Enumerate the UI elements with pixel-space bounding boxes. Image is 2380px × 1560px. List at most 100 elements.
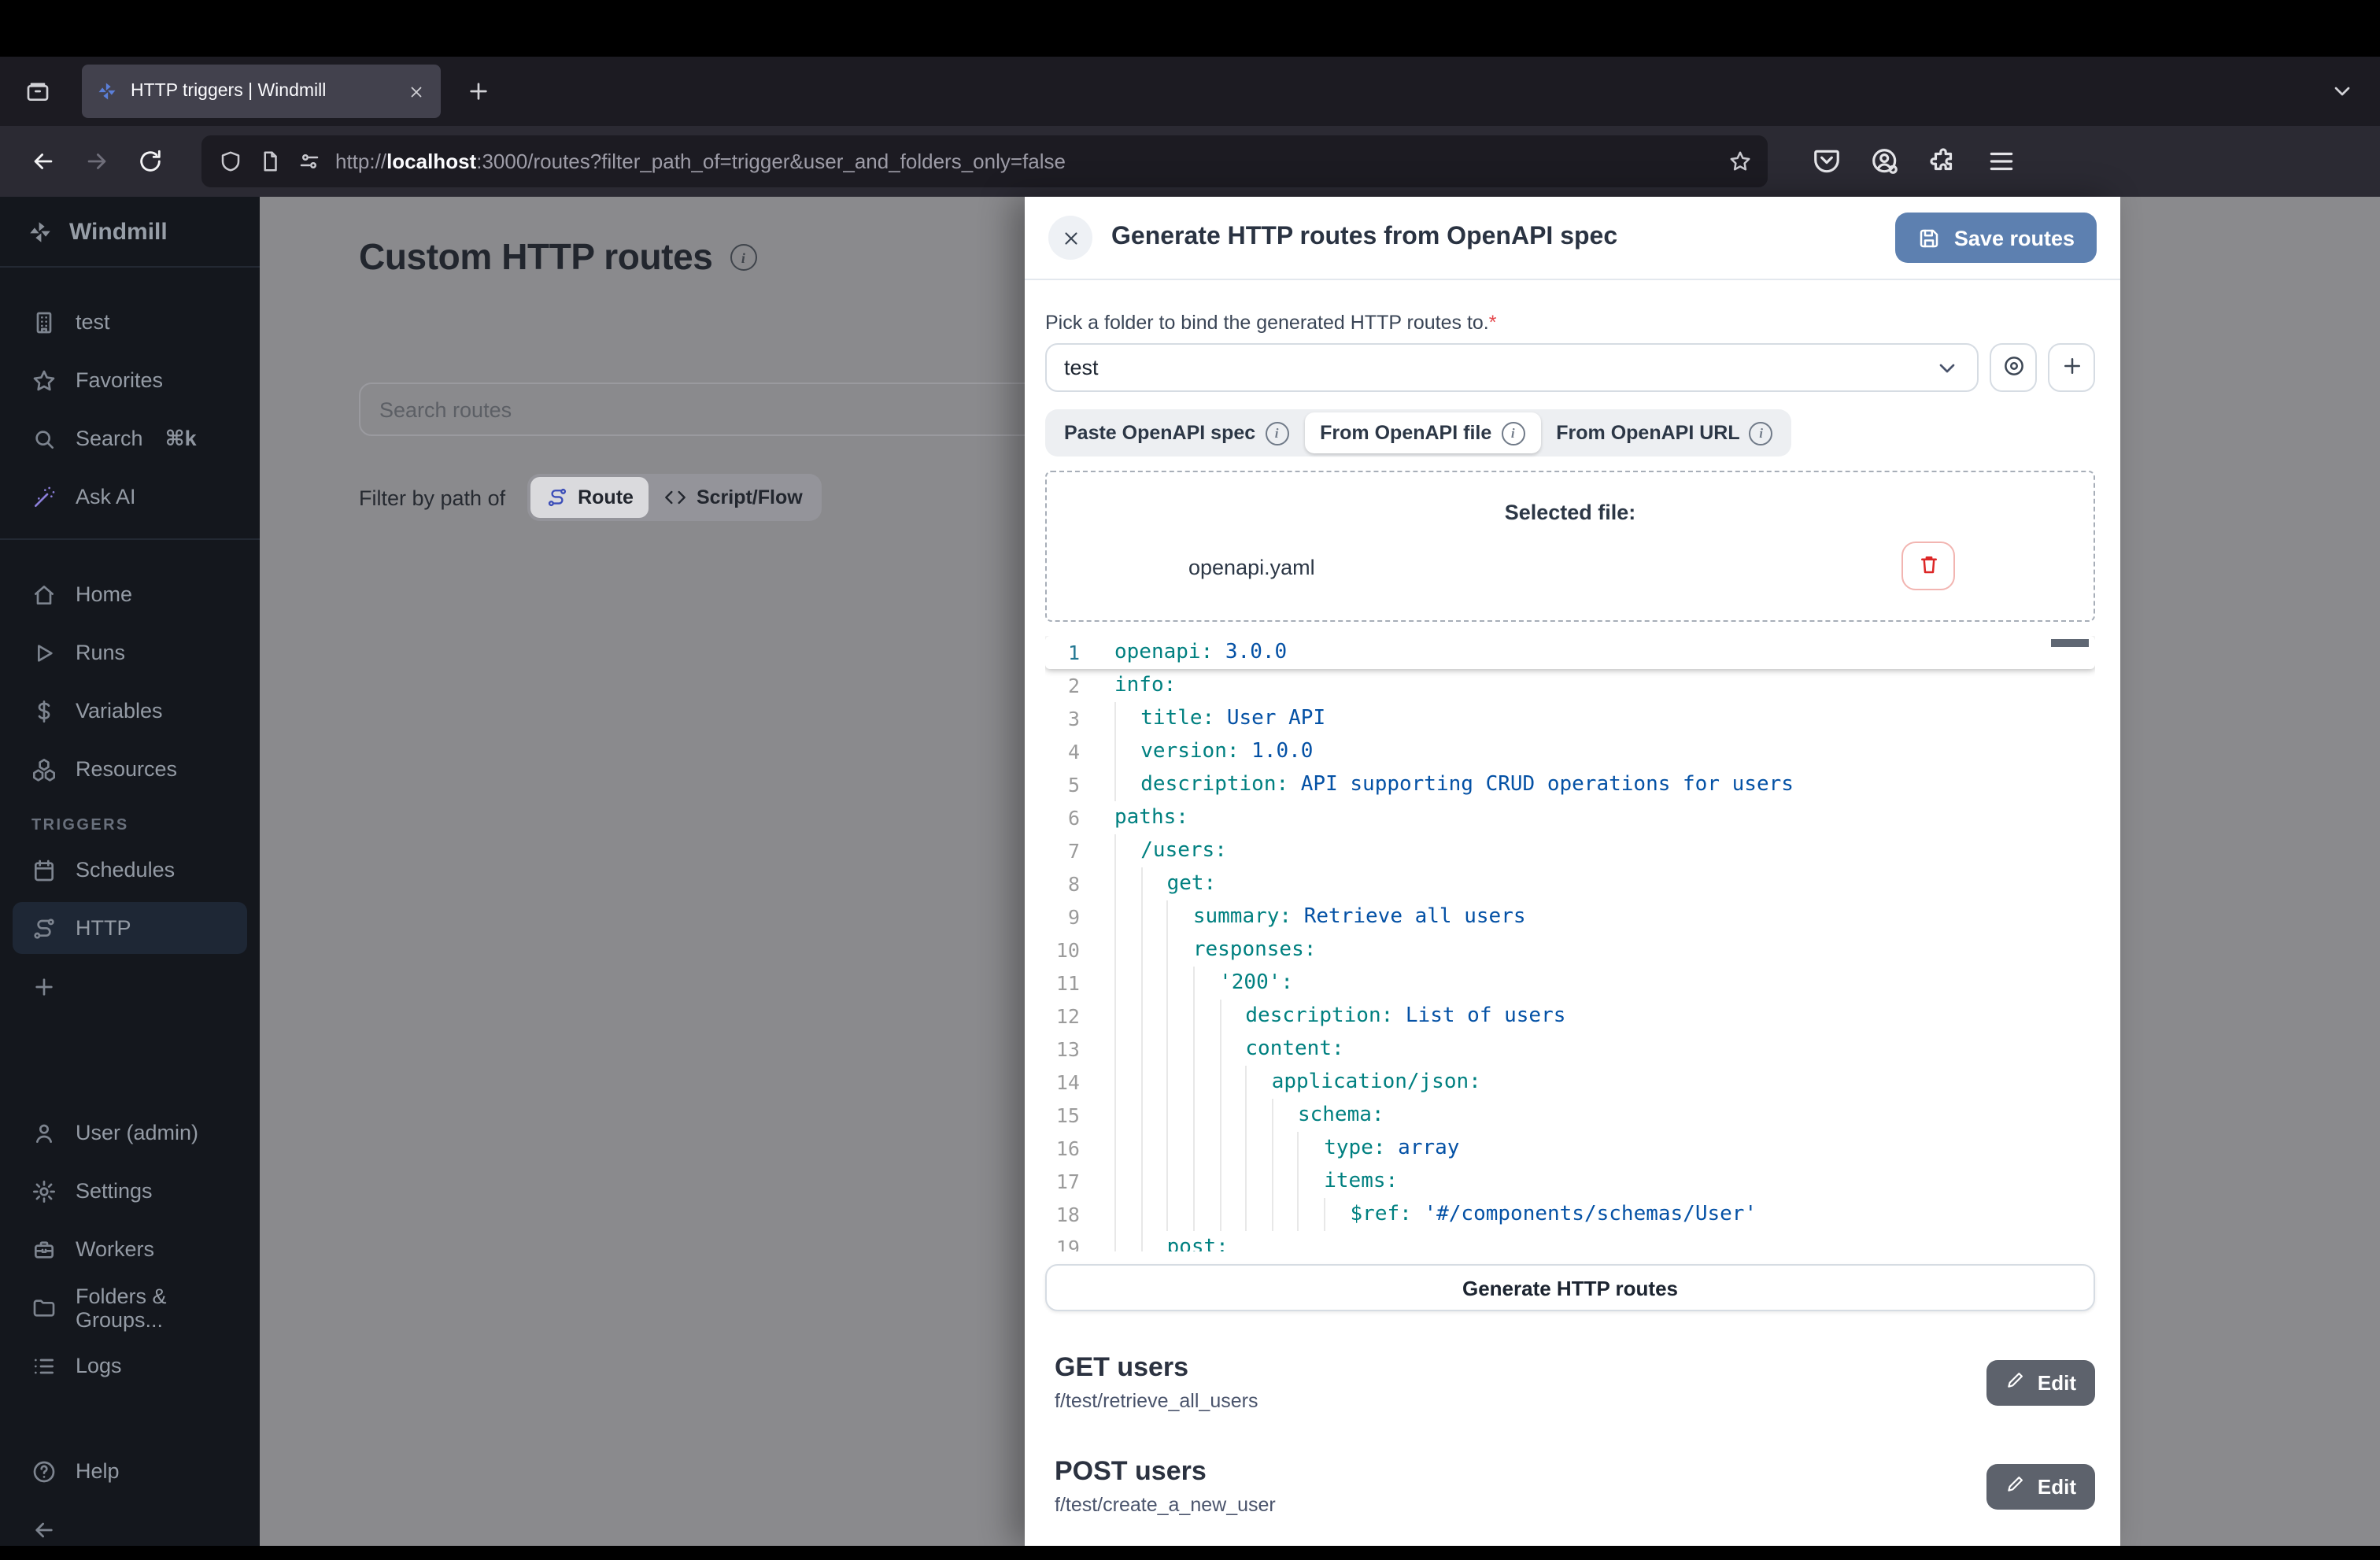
sidebar-item-label: Variables (76, 699, 163, 723)
drawer-title: Generate HTTP routes from OpenAPI spec (1111, 224, 1877, 252)
url-text: http://localhost:3000/routes?filter_path… (335, 150, 1713, 173)
help-icon (31, 1458, 57, 1484)
toolbar-right-icons (1812, 146, 2016, 176)
pocket-icon[interactable] (1812, 146, 1842, 176)
line-number: 18 (1045, 1198, 1080, 1231)
drawer-body: Pick a folder to bind the generated HTTP… (1025, 280, 2120, 1560)
arrow-left-icon (31, 1517, 57, 1542)
selected-file-dropzone: Selected file: openapi.yaml (1045, 471, 2095, 622)
dollar-icon (31, 698, 57, 723)
sidebar-menu-group: Home Runs Variables Resources (0, 540, 260, 795)
app-window: Windmill test Favorites Search⌘k Ask AI Hom… (0, 197, 2380, 1546)
permissions-icon[interactable] (296, 149, 321, 174)
remove-file-button[interactable] (1901, 542, 1955, 590)
page-info-icon[interactable] (257, 149, 282, 174)
code-line: 9summary: Retrieve all users (1045, 900, 2095, 933)
triggers-section-label: TRIGGERS (31, 817, 260, 834)
folder-select[interactable]: test (1045, 343, 1979, 392)
extensions-icon[interactable] (1928, 146, 1958, 176)
code-line: 5description: API supporting CRUD operat… (1045, 768, 2095, 801)
search-icon (31, 426, 57, 451)
sidebar-item-help[interactable]: Help (13, 1445, 247, 1497)
sidebar-item-settings[interactable]: Settings (13, 1165, 247, 1217)
chevron-down-icon (1935, 355, 1960, 380)
account-icon[interactable] (1870, 146, 1900, 176)
selected-file-label: Selected file: (1047, 501, 2094, 524)
save-routes-button[interactable]: Save routes (1896, 213, 2097, 263)
generate-routes-button[interactable]: Generate HTTP routes (1045, 1264, 2095, 1311)
code-text: summary: Retrieve all users (1114, 900, 1526, 933)
bookmark-star-icon[interactable] (1727, 149, 1752, 174)
edit-route-button[interactable]: Edit (1987, 1359, 2095, 1405)
add-folder-button[interactable] (2048, 343, 2095, 392)
code-line: 16type: array (1045, 1132, 2095, 1165)
code-text: $ref: '#/components/schemas/User' (1114, 1198, 1757, 1231)
forward-icon[interactable] (72, 138, 120, 185)
code-text: application/json: (1114, 1066, 1481, 1099)
menu-icon[interactable] (1986, 146, 2016, 176)
filter-option-route[interactable]: Route (530, 477, 649, 518)
openapi-drawer: Generate HTTP routes from OpenAPI spec S… (1025, 197, 2120, 1546)
line-number: 6 (1045, 801, 1080, 834)
back-icon[interactable] (19, 138, 66, 185)
sidebar-item-http[interactable]: HTTP (13, 902, 247, 954)
sidebar-item-user-admin[interactable]: User (admin) (13, 1107, 247, 1159)
line-number: 11 (1045, 967, 1080, 1000)
sidebar-item-home[interactable]: Home (13, 568, 247, 620)
sidebar-item-folders-groups[interactable]: Folders & Groups... (13, 1281, 247, 1333)
view-folder-button[interactable] (1990, 343, 2037, 392)
code-text: version: 1.0.0 (1114, 735, 1313, 768)
close-drawer-icon[interactable] (1048, 216, 1092, 260)
info-icon: i (1501, 421, 1524, 445)
sidebar-item-test[interactable]: test (13, 296, 247, 348)
sidebar-item-search[interactable]: Search⌘k (13, 412, 247, 464)
home-icon (31, 582, 57, 607)
browser-tab-bar: HTTP triggers | Windmill (0, 57, 2380, 126)
sidebar-item-resources[interactable]: Resources (13, 743, 247, 795)
screen: HTTP triggers | Windmill http://localhos… (0, 0, 2380, 1546)
sidebar-item-favorites[interactable]: Favorites (13, 354, 247, 406)
info-icon[interactable]: i (730, 244, 756, 271)
person-icon (31, 1120, 57, 1145)
line-number: 7 (1045, 834, 1080, 867)
code-line: 14application/json: (1045, 1066, 2095, 1099)
filter-option-script-flow[interactable]: Script/Flow (649, 477, 819, 518)
windmill-brand[interactable]: Windmill (0, 197, 260, 268)
browser-tab[interactable]: HTTP triggers | Windmill (82, 65, 441, 118)
add-trigger-button[interactable] (13, 960, 247, 1012)
tab-paste-openapi-spec[interactable]: Paste OpenAPI speci (1048, 412, 1304, 453)
tabs-list-chevron-icon[interactable] (2320, 69, 2364, 113)
info-icon: i (1265, 421, 1288, 445)
line-number: 8 (1045, 867, 1080, 900)
code-text: info: (1114, 669, 1176, 702)
sidebar-item-workers[interactable]: Workers (13, 1223, 247, 1275)
sidebar-item-runs[interactable]: Runs (13, 627, 247, 678)
sidebar-item-schedules[interactable]: Schedules (13, 844, 247, 896)
reload-icon[interactable] (126, 138, 173, 185)
url-bar[interactable]: http://localhost:3000/routes?filter_path… (201, 135, 1768, 187)
code-text: items: (1114, 1165, 1398, 1198)
code-text: /users: (1114, 834, 1227, 867)
editor-scrollbar-thumb[interactable] (2051, 639, 2089, 647)
sidebar: Windmill test Favorites Search⌘k Ask AI Hom… (0, 197, 260, 1546)
new-tab-icon[interactable] (456, 69, 501, 113)
spec-source-tabs-row: Paste OpenAPI speciFrom OpenAPI fileiFro… (1045, 409, 2095, 457)
sidebar-item-variables[interactable]: Variables (13, 685, 247, 737)
edit-route-button[interactable]: Edit (1987, 1463, 2095, 1509)
code-line: 13content: (1045, 1033, 2095, 1066)
tab-overview-icon[interactable] (16, 69, 60, 113)
tab-close-icon[interactable] (405, 80, 427, 102)
collapse-sidebar-button[interactable] (13, 1503, 247, 1555)
shortcut-label: ⌘k (165, 426, 197, 451)
generated-routes-list: GET usersf/test/retrieve_all_usersEditPO… (1045, 1352, 2095, 1516)
shield-icon[interactable] (217, 149, 242, 174)
gear-icon (31, 1178, 57, 1203)
yaml-code-editor[interactable]: 1openapi: 3.0.02info:3title: User API4ve… (1045, 636, 2095, 1251)
sidebar-item-ask-ai[interactable]: Ask AI (13, 471, 247, 523)
tab-from-openapi-url[interactable]: From OpenAPI URLi (1540, 412, 1788, 453)
sidebar-item-logs[interactable]: Logs (13, 1340, 247, 1392)
filter-row: Filter by path of RouteScript/Flow (359, 474, 822, 521)
code-line: 10responses: (1045, 933, 2095, 967)
sidebar-item-label: Ask AI (76, 485, 136, 508)
tab-from-openapi-file[interactable]: From OpenAPI filei (1304, 412, 1540, 453)
